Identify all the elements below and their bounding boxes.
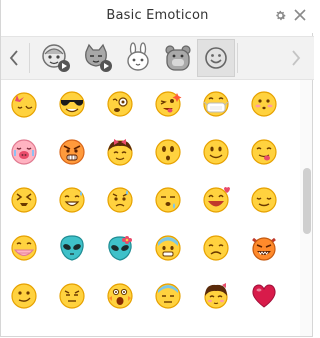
emoticon-smile-sweat[interactable] xyxy=(52,180,92,220)
chevron-right-icon[interactable] xyxy=(283,37,309,79)
emoticon-sad[interactable] xyxy=(196,228,236,268)
emoticon-angry-pouting[interactable] xyxy=(52,132,92,172)
emoticon-girl-bow[interactable] xyxy=(100,132,140,172)
emoticon-shy-girl[interactable] xyxy=(196,276,236,316)
tab-bear-pack[interactable] xyxy=(159,39,197,77)
emoticon-annoyed[interactable] xyxy=(52,276,92,316)
tab-animated-cat-pack[interactable] xyxy=(79,39,117,77)
emoticon-laugh-hearts[interactable] xyxy=(196,180,236,220)
emoticon-worried[interactable] xyxy=(100,180,140,220)
emoticon-tongue-out[interactable] xyxy=(244,132,284,172)
close-icon[interactable] xyxy=(293,8,307,22)
emoticon-wink-tongue[interactable] xyxy=(148,84,188,124)
emoticon-moon-night[interactable] xyxy=(4,84,44,124)
emoticon-alien[interactable] xyxy=(52,228,92,268)
emoticon-alien-flower[interactable] xyxy=(100,228,140,268)
chevron-left-icon[interactable] xyxy=(1,37,27,79)
emoticon-sleepy-drool[interactable] xyxy=(148,180,188,220)
emoticon-blush[interactable] xyxy=(244,84,284,124)
gear-icon[interactable] xyxy=(273,8,287,22)
tab-divider xyxy=(237,43,238,73)
emoticon-crying-pig[interactable] xyxy=(4,132,44,172)
emoticon-scared[interactable] xyxy=(100,276,140,316)
emoticon-smirk[interactable] xyxy=(4,276,44,316)
emoticon-dizzy[interactable] xyxy=(100,84,140,124)
emoticon-cool-sunglasses[interactable] xyxy=(52,84,92,124)
emoticon-content[interactable] xyxy=(244,180,284,220)
panel-title: Basic Emoticon xyxy=(106,8,209,23)
emoticon-grid xyxy=(1,80,297,336)
emoticon-devil[interactable] xyxy=(244,228,284,268)
emoticon-sweat-flat[interactable] xyxy=(148,276,188,316)
tab-divider xyxy=(29,43,30,73)
emoticon-surprised[interactable] xyxy=(148,132,188,172)
emoticon-embarrassed[interactable] xyxy=(4,228,44,268)
tab-rabbit-pack[interactable] xyxy=(119,39,157,77)
scrollbar-thumb[interactable] xyxy=(303,168,311,234)
tab-animated-face-pack[interactable] xyxy=(37,39,75,77)
emoticon-sick-mask[interactable] xyxy=(196,84,236,124)
emoticon-heart[interactable] xyxy=(244,276,284,316)
emoticon-panel: Basic Emoticon xyxy=(0,0,314,337)
emoticon-squint-laugh[interactable] xyxy=(4,180,44,220)
emoticon-smile[interactable] xyxy=(196,132,236,172)
emoticon-cold-sweat[interactable] xyxy=(148,228,188,268)
pack-tab-bar xyxy=(1,36,314,80)
title-bar: Basic Emoticon xyxy=(1,0,314,33)
tab-basic-emoticon[interactable] xyxy=(197,39,235,77)
